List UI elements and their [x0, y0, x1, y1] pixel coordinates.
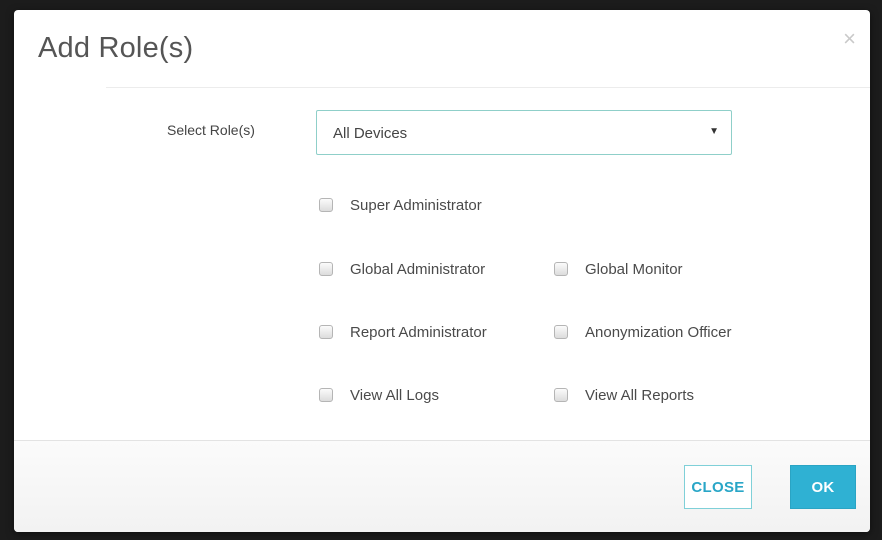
role-option-global-administrator[interactable]: Global Administrator: [319, 259, 485, 279]
role-option-global-monitor[interactable]: Global Monitor: [554, 259, 683, 279]
role-scope-select-value: All Devices: [333, 125, 408, 142]
role-checkbox[interactable]: [319, 388, 333, 402]
role-checkbox[interactable]: [319, 325, 333, 339]
dialog-header: Add Role(s) ×: [14, 10, 870, 88]
role-option-super-administrator[interactable]: Super Administrator: [319, 195, 482, 215]
role-label: View All Logs: [350, 386, 439, 404]
close-icon[interactable]: ×: [843, 28, 856, 50]
role-option-view-all-reports[interactable]: View All Reports: [554, 385, 694, 405]
select-roles-label: Select Role(s): [167, 122, 255, 138]
ok-button[interactable]: OK: [790, 465, 856, 509]
chevron-down-icon: ▼: [709, 126, 719, 137]
close-button[interactable]: CLOSE: [684, 465, 752, 509]
dialog-title: Add Role(s): [38, 32, 194, 64]
role-checkbox[interactable]: [319, 262, 333, 276]
role-label: Global Monitor: [585, 260, 683, 278]
role-label: Anonymization Officer: [585, 323, 732, 341]
role-checkbox[interactable]: [319, 198, 333, 212]
role-option-report-administrator[interactable]: Report Administrator: [319, 322, 487, 342]
role-checkbox[interactable]: [554, 388, 568, 402]
role-label: Super Administrator: [350, 196, 482, 214]
dialog-footer: CLOSE OK: [14, 440, 870, 532]
role-checkbox[interactable]: [554, 325, 568, 339]
role-checkbox[interactable]: [554, 262, 568, 276]
role-option-view-all-logs[interactable]: View All Logs: [319, 385, 439, 405]
role-option-anonymization-officer[interactable]: Anonymization Officer: [554, 322, 731, 342]
role-label: Report Administrator: [350, 323, 487, 341]
role-scope-select[interactable]: All Devices ▼: [316, 110, 732, 155]
role-label: Global Administrator: [350, 260, 486, 278]
role-label: View All Reports: [585, 386, 694, 404]
add-roles-dialog: Add Role(s) × Select Role(s) All Devices…: [14, 10, 870, 532]
dialog-body: Select Role(s) All Devices ▼ Super Admin…: [14, 88, 870, 440]
